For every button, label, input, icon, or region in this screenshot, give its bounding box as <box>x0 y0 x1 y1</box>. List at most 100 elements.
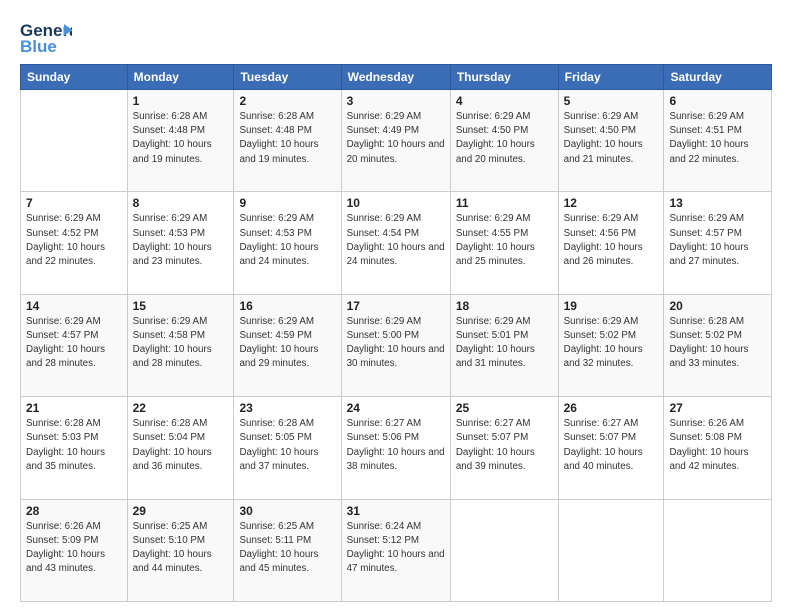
day-number: 12 <box>564 196 659 210</box>
page: General Blue SundayMondayTuesdayWednesda… <box>0 0 792 612</box>
day-info: Sunrise: 6:29 AMSunset: 4:55 PMDaylight:… <box>456 212 553 269</box>
header-thursday: Thursday <box>450 65 558 90</box>
day-number: 31 <box>347 504 445 518</box>
day-info: Sunrise: 6:29 AMSunset: 4:56 PMDaylight:… <box>564 212 659 269</box>
day-cell: 4 Sunrise: 6:29 AMSunset: 4:50 PMDaylight… <box>450 90 558 192</box>
day-cell: 2 Sunrise: 6:28 AMSunset: 4:48 PMDaylight… <box>234 90 341 192</box>
day-number: 26 <box>564 401 659 415</box>
day-number: 4 <box>456 94 553 108</box>
day-cell <box>558 499 664 601</box>
day-number: 30 <box>239 504 335 518</box>
day-cell <box>21 90 128 192</box>
day-number: 7 <box>26 196 122 210</box>
day-cell: 14Sunrise: 6:29 AMSunset: 4:57 PMDayligh… <box>21 294 128 396</box>
day-info: Sunrise: 6:27 AMSunset: 5:07 PMDaylight:… <box>456 417 553 474</box>
day-number: 16 <box>239 299 335 313</box>
day-info: Sunrise: 6:29 AMSunset: 4:59 PMDaylight:… <box>239 315 335 372</box>
day-info: Sunrise: 6:27 AMSunset: 5:06 PMDaylight:… <box>347 417 445 474</box>
day-info: Sunrise: 6:29 AMSunset: 4:54 PMDaylight:… <box>347 212 445 269</box>
day-info: Sunrise: 6:25 AMSunset: 5:11 PMDaylight:… <box>239 520 335 577</box>
day-number: 13 <box>669 196 766 210</box>
day-cell: 29 Sunrise: 6:25 AMSunset: 5:10 PMDayligh… <box>127 499 234 601</box>
day-info: Sunrise: 6:29 AMSunset: 4:58 PMDaylight:… <box>133 315 229 372</box>
day-info: Sunrise: 6:28 AMSunset: 4:48 PMDaylight:… <box>239 110 335 167</box>
day-cell: 21 Sunrise: 6:28 AMSunset: 5:03 PMDayligh… <box>21 397 128 499</box>
day-cell: 19 Sunrise: 6:29 AMSunset: 5:02 PMDayligh… <box>558 294 664 396</box>
day-number: 15 <box>133 299 229 313</box>
day-number: 21 <box>26 401 122 415</box>
day-info: Sunrise: 6:28 AMSunset: 4:48 PMDaylight:… <box>133 110 229 167</box>
day-info: Sunrise: 6:28 AMSunset: 5:04 PMDaylight:… <box>133 417 229 474</box>
day-info: Sunrise: 6:29 AMSunset: 4:50 PMDaylight:… <box>456 110 553 167</box>
day-number: 18 <box>456 299 553 313</box>
day-number: 25 <box>456 401 553 415</box>
day-cell <box>664 499 772 601</box>
day-cell: 15 Sunrise: 6:29 AMSunset: 4:58 PMDayligh… <box>127 294 234 396</box>
day-cell: 30 Sunrise: 6:25 AMSunset: 5:11 PMDayligh… <box>234 499 341 601</box>
day-number: 19 <box>564 299 659 313</box>
day-info: Sunrise: 6:29 AMSunset: 4:53 PMDaylight:… <box>133 212 229 269</box>
day-cell: 23 Sunrise: 6:28 AMSunset: 5:05 PMDayligh… <box>234 397 341 499</box>
day-info: Sunrise: 6:26 AMSunset: 5:08 PMDaylight:… <box>669 417 766 474</box>
day-number: 28 <box>26 504 122 518</box>
week-row-1: 7Sunrise: 6:29 AMSunset: 4:52 PMDaylight… <box>21 192 772 294</box>
day-number: 22 <box>133 401 229 415</box>
week-row-2: 14Sunrise: 6:29 AMSunset: 4:57 PMDayligh… <box>21 294 772 396</box>
day-number: 20 <box>669 299 766 313</box>
week-row-4: 28Sunrise: 6:26 AMSunset: 5:09 PMDayligh… <box>21 499 772 601</box>
day-number: 11 <box>456 196 553 210</box>
day-number: 3 <box>347 94 445 108</box>
day-cell: 11 Sunrise: 6:29 AMSunset: 4:55 PMDayligh… <box>450 192 558 294</box>
day-info: Sunrise: 6:29 AMSunset: 5:02 PMDaylight:… <box>564 315 659 372</box>
day-number: 29 <box>133 504 229 518</box>
day-cell: 17 Sunrise: 6:29 AMSunset: 5:00 PMDayligh… <box>341 294 450 396</box>
header: General Blue <box>20 16 772 56</box>
header-sunday: Sunday <box>21 65 128 90</box>
day-cell: 27Sunrise: 6:26 AMSunset: 5:08 PMDayligh… <box>664 397 772 499</box>
day-number: 6 <box>669 94 766 108</box>
day-number: 2 <box>239 94 335 108</box>
day-cell: 12 Sunrise: 6:29 AMSunset: 4:56 PMDayligh… <box>558 192 664 294</box>
day-cell: 24 Sunrise: 6:27 AMSunset: 5:06 PMDayligh… <box>341 397 450 499</box>
day-cell: 5Sunrise: 6:29 AMSunset: 4:50 PMDaylight… <box>558 90 664 192</box>
day-info: Sunrise: 6:29 AMSunset: 5:00 PMDaylight:… <box>347 315 445 372</box>
calendar-table: SundayMondayTuesdayWednesdayThursdayFrid… <box>20 64 772 602</box>
day-info: Sunrise: 6:29 AMSunset: 5:01 PMDaylight:… <box>456 315 553 372</box>
day-cell: 25 Sunrise: 6:27 AMSunset: 5:07 PMDayligh… <box>450 397 558 499</box>
day-number: 17 <box>347 299 445 313</box>
day-info: Sunrise: 6:24 AMSunset: 5:12 PMDaylight:… <box>347 520 445 577</box>
day-cell: 20 Sunrise: 6:28 AMSunset: 5:02 PMDayligh… <box>664 294 772 396</box>
day-info: Sunrise: 6:29 AMSunset: 4:57 PMDaylight:… <box>26 315 122 372</box>
svg-text:Blue: Blue <box>20 37 57 56</box>
day-cell: 8 Sunrise: 6:29 AMSunset: 4:53 PMDaylight… <box>127 192 234 294</box>
header-saturday: Saturday <box>664 65 772 90</box>
day-cell: 10 Sunrise: 6:29 AMSunset: 4:54 PMDayligh… <box>341 192 450 294</box>
day-cell <box>450 499 558 601</box>
header-monday: Monday <box>127 65 234 90</box>
header-tuesday: Tuesday <box>234 65 341 90</box>
day-number: 10 <box>347 196 445 210</box>
day-info: Sunrise: 6:28 AMSunset: 5:03 PMDaylight:… <box>26 417 122 474</box>
week-row-3: 21 Sunrise: 6:28 AMSunset: 5:03 PMDayligh… <box>21 397 772 499</box>
day-number: 8 <box>133 196 229 210</box>
day-cell: 9Sunrise: 6:29 AMSunset: 4:53 PMDaylight… <box>234 192 341 294</box>
day-info: Sunrise: 6:25 AMSunset: 5:10 PMDaylight:… <box>133 520 229 577</box>
day-cell: 26 Sunrise: 6:27 AMSunset: 5:07 PMDayligh… <box>558 397 664 499</box>
day-cell: 6Sunrise: 6:29 AMSunset: 4:51 PMDaylight… <box>664 90 772 192</box>
day-number: 5 <box>564 94 659 108</box>
day-cell: 22 Sunrise: 6:28 AMSunset: 5:04 PMDayligh… <box>127 397 234 499</box>
day-info: Sunrise: 6:29 AMSunset: 4:53 PMDaylight:… <box>239 212 335 269</box>
week-row-0: 1 Sunrise: 6:28 AMSunset: 4:48 PMDaylight… <box>21 90 772 192</box>
day-info: Sunrise: 6:28 AMSunset: 5:02 PMDaylight:… <box>669 315 766 372</box>
day-cell: 31 Sunrise: 6:24 AMSunset: 5:12 PMDayligh… <box>341 499 450 601</box>
day-cell: 1 Sunrise: 6:28 AMSunset: 4:48 PMDaylight… <box>127 90 234 192</box>
day-number: 1 <box>133 94 229 108</box>
day-number: 23 <box>239 401 335 415</box>
day-number: 24 <box>347 401 445 415</box>
day-info: Sunrise: 6:28 AMSunset: 5:05 PMDaylight:… <box>239 417 335 474</box>
header-wednesday: Wednesday <box>341 65 450 90</box>
day-cell: 28Sunrise: 6:26 AMSunset: 5:09 PMDayligh… <box>21 499 128 601</box>
day-info: Sunrise: 6:27 AMSunset: 5:07 PMDaylight:… <box>564 417 659 474</box>
day-info: Sunrise: 6:29 AMSunset: 4:57 PMDaylight:… <box>669 212 766 269</box>
logo: General Blue <box>20 16 76 56</box>
